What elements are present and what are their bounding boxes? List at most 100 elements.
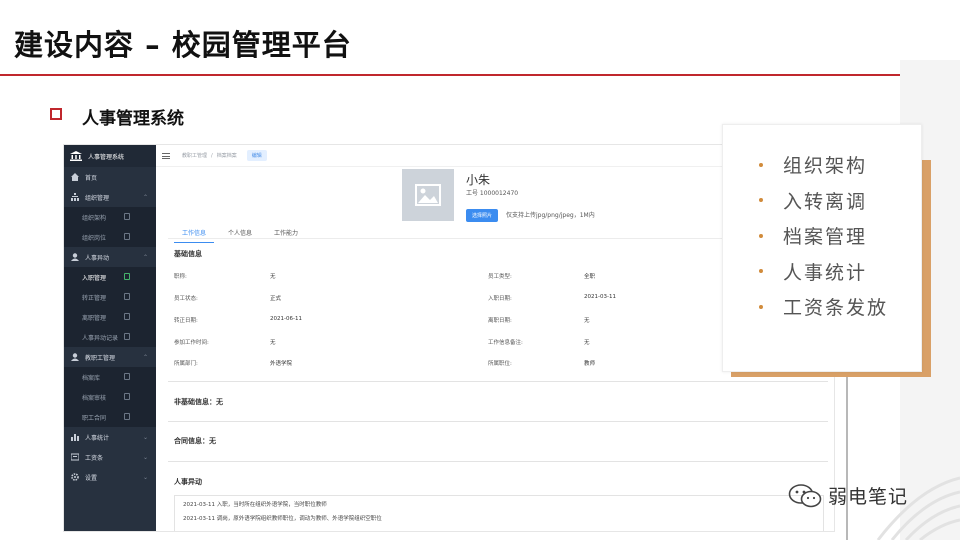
- lock-icon: [124, 373, 130, 380]
- sidebar-item[interactable]: 组织管理 ⌃: [64, 187, 156, 207]
- feature-label: 工资条发放: [783, 297, 889, 320]
- field-label: 员工状态:: [174, 296, 198, 302]
- menu-toggle-icon[interactable]: [162, 152, 170, 159]
- profile-tabs: 工作信息 个人信息 工作能力: [174, 225, 312, 243]
- bullet-dot-icon: [759, 233, 763, 238]
- image-icon: [415, 184, 441, 206]
- user-icon: [71, 253, 79, 261]
- sidebar-brand[interactable]: 人事管理系统: [64, 145, 156, 167]
- sidebar-item-label: 入职管理: [82, 274, 107, 282]
- sidebar-item[interactable]: 入职管理: [64, 267, 156, 287]
- sidebar-item-label: 人事异动记录: [82, 334, 119, 342]
- feature-label: 档案管理: [783, 226, 868, 249]
- feature-label: 组织架构: [783, 155, 868, 178]
- section-divider: [168, 461, 828, 462]
- sidebar-item[interactable]: 转正管理: [64, 287, 156, 307]
- lock-icon: [124, 293, 130, 300]
- lock-icon: [124, 273, 130, 280]
- bullet-dot-icon: [759, 269, 763, 274]
- sidebar-item-label: 职工合同: [82, 414, 107, 422]
- breadcrumb-item[interactable]: 教职工管理: [182, 152, 207, 159]
- sidebar-item-label: 首页: [85, 174, 98, 182]
- field-value: 无: [270, 340, 276, 346]
- breadcrumb-separator: /: [211, 152, 213, 159]
- user-icon: [71, 353, 79, 361]
- field-value: 教师: [584, 361, 596, 367]
- upload-photo-button[interactable]: 选择照片: [466, 209, 499, 222]
- breadcrumb-item[interactable]: 档案档案: [217, 152, 237, 159]
- field-label: 所属职位:: [488, 361, 512, 367]
- field-label: 职称:: [174, 274, 187, 280]
- sidebar-menu: 首页 组织管理 ⌃ 组织架构 组织岗位 人事异动 ⌃ 入职管理 转正管理 离职管理 人事异动记录 教职…: [64, 167, 156, 487]
- sidebar-item[interactable]: 人事异动 ⌃: [64, 247, 156, 267]
- feature-item: 入转离调: [759, 183, 921, 219]
- employee-id: 工号 1000012470: [466, 190, 519, 197]
- lock-icon: [124, 213, 130, 220]
- sidebar-item[interactable]: 人事统计 ⌄: [64, 427, 156, 447]
- chevron-icon: ⌃: [142, 253, 148, 261]
- feature-callout: 组织架构 入转离调 档案管理 人事统计 工资条发放: [722, 124, 922, 372]
- lock-icon: [124, 413, 130, 420]
- field-value: 全职: [584, 274, 596, 280]
- tab-work-ability[interactable]: 工作能力: [266, 225, 306, 243]
- sidebar-item-label: 转正管理: [82, 294, 107, 302]
- org-icon: [71, 193, 79, 201]
- sidebar-item-label: 组织管理: [85, 194, 110, 202]
- field-value: 外语学院: [270, 361, 293, 367]
- log-entry: 2021-03-11 调岗，原外语学院组织教师职位，调动为教师、外语学院组织空职…: [183, 516, 382, 522]
- field-label: 所属部门:: [174, 361, 198, 367]
- personnel-changes-heading: 人事异动: [174, 478, 202, 486]
- profile-photo-placeholder: [402, 169, 454, 221]
- sidebar-item[interactable]: 教职工管理 ⌃: [64, 347, 156, 367]
- sidebar-item-label: 档案库: [82, 374, 101, 382]
- chevron-icon: ⌃: [142, 193, 148, 201]
- slide-title: 建设内容 – 校园管理平台: [14, 28, 352, 62]
- sidebar-item[interactable]: 人事异动记录: [64, 327, 156, 347]
- sidebar-item-label: 设置: [85, 474, 98, 482]
- sidebar-item-label: 教职工管理: [85, 354, 116, 362]
- feature-item: 档案管理: [759, 218, 921, 254]
- field-value: 无: [584, 318, 590, 324]
- contract-info-heading: 合同信息：无: [174, 437, 216, 445]
- field-value: 无: [584, 340, 590, 346]
- sidebar-item-label: 离职管理: [82, 314, 107, 322]
- bullet-dot-icon: [759, 304, 763, 309]
- sidebar-item-label: 组织架构: [82, 214, 107, 222]
- personnel-changes-log: 2021-03-11 入职，当时所在组织外语学院，当时职位教师 2021-03-…: [174, 495, 824, 531]
- tab-work-info[interactable]: 工作信息: [174, 225, 215, 243]
- basic-info-heading: 基础信息: [174, 250, 202, 258]
- decorative-line: [846, 376, 848, 540]
- chart-icon: [71, 434, 79, 441]
- lock-icon: [124, 233, 130, 240]
- log-entry: 2021-03-11 入职，当时所在组织外语学院，当时职位教师: [183, 502, 327, 508]
- field-value: 无: [270, 274, 276, 280]
- sidebar-item[interactable]: 组织岗位: [64, 227, 156, 247]
- sidebar-item-label: 组织岗位: [82, 234, 107, 242]
- sidebar: 人事管理系统 首页 组织管理 ⌃ 组织架构 组织岗位 人事异动 ⌃ 入职管理 转正管理 离职管理人…: [64, 145, 156, 531]
- field-label: 转正日期:: [174, 318, 198, 324]
- home-icon: [71, 173, 79, 181]
- section-divider: [168, 381, 828, 382]
- chevron-icon: ⌃: [142, 353, 148, 361]
- sidebar-item[interactable]: 档案库: [64, 367, 156, 387]
- sidebar-brand-label: 人事管理系统: [88, 153, 125, 161]
- lock-icon: [124, 393, 130, 400]
- sidebar-item[interactable]: 档案审核: [64, 387, 156, 407]
- upload-hint: 仅支持上传jpg/png/jpeg，1M内: [506, 212, 595, 219]
- section-divider: [168, 421, 828, 422]
- sidebar-item[interactable]: 离职管理: [64, 307, 156, 327]
- feature-item: 工资条发放: [759, 289, 921, 325]
- sidebar-item[interactable]: 首页: [64, 167, 156, 187]
- lock-icon: [124, 333, 130, 340]
- lock-icon: [124, 313, 130, 320]
- tab-personal-info[interactable]: 个人信息: [220, 225, 260, 243]
- watermark: 弱电笔记: [788, 482, 908, 509]
- sidebar-item[interactable]: 工资条 ⌄: [64, 447, 156, 467]
- sidebar-item-label: 人事异动: [85, 254, 110, 262]
- field-value: 正式: [270, 296, 282, 302]
- edit-chip[interactable]: 编辑: [246, 150, 267, 161]
- sidebar-item[interactable]: 组织架构: [64, 207, 156, 227]
- sidebar-item-label: 档案审核: [82, 394, 107, 402]
- sidebar-item[interactable]: 职工合同: [64, 407, 156, 427]
- sidebar-item[interactable]: 设置 ⌄: [64, 467, 156, 487]
